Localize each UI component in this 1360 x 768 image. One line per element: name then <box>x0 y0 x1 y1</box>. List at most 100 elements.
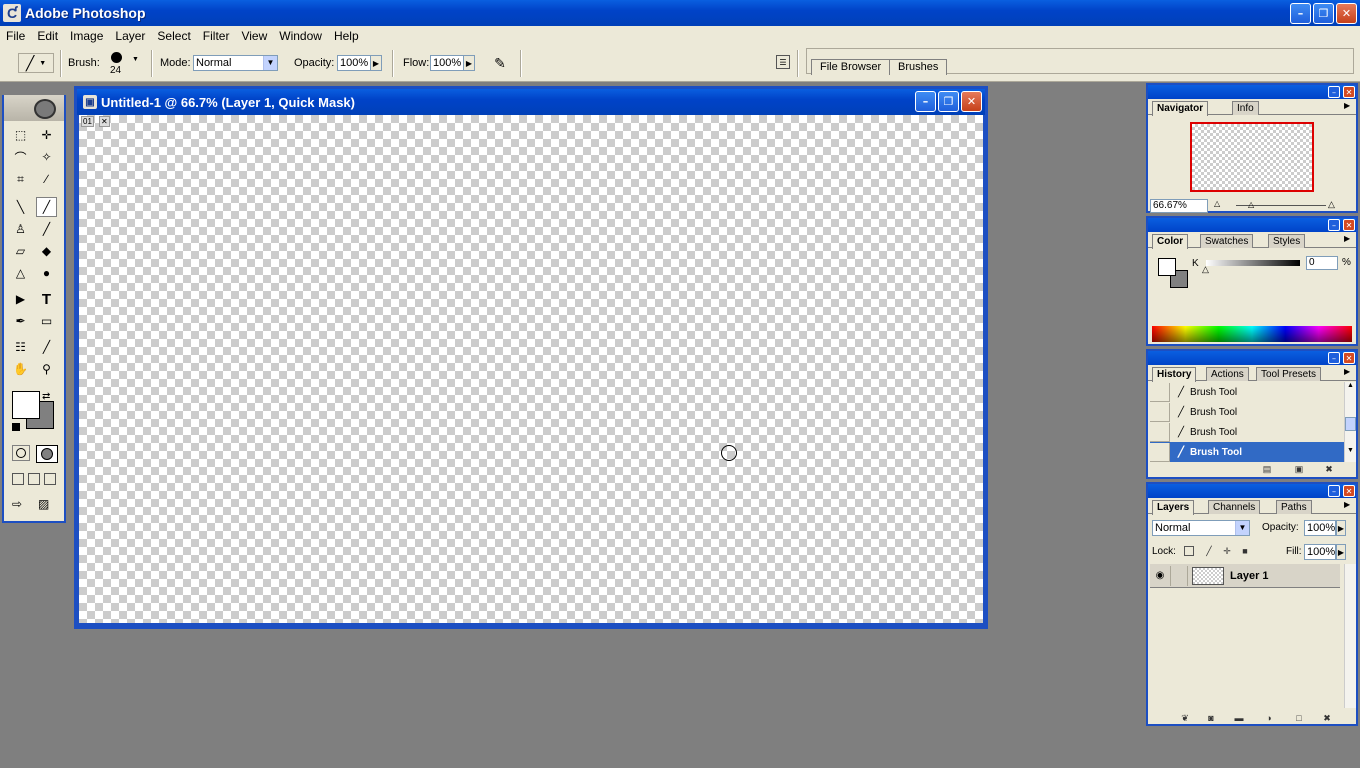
k-channel-slider[interactable] <box>1206 260 1300 266</box>
tab-navigator[interactable]: Navigator <box>1152 101 1209 116</box>
new-snapshot-icon[interactable]: ▣ <box>1292 463 1306 475</box>
tab-swatches[interactable]: Swatches <box>1200 234 1254 248</box>
eraser-tool-icon[interactable]: ▱ <box>10 241 31 261</box>
path-selection-tool-icon[interactable]: ▶ <box>10 289 31 309</box>
history-menu-icon[interactable]: ▶ <box>1344 367 1354 378</box>
history-item[interactable]: ╱ Brush Tool <box>1150 402 1346 422</box>
menu-help[interactable]: Help <box>328 29 365 43</box>
zoom-out-icon[interactable]: △ <box>1214 199 1220 208</box>
history-close-button[interactable]: ✕ <box>1343 352 1355 364</box>
blur-tool-icon[interactable]: △ <box>10 263 31 283</box>
flow-slider-button[interactable]: ▶ <box>463 55 475 71</box>
screen-mode-full-icon[interactable] <box>44 473 56 485</box>
history-item[interactable]: ╱ Brush Tool <box>1150 382 1346 402</box>
foreground-color-swatch[interactable] <box>12 391 40 419</box>
standard-mode-icon[interactable] <box>12 445 30 461</box>
layer-blend-mode-select[interactable]: Normal ▼ <box>1152 520 1250 536</box>
color-panel-title-bar[interactable] <box>1148 218 1356 232</box>
color-foreground-swatch[interactable] <box>1158 258 1176 276</box>
delete-layer-icon[interactable]: ✖ <box>1320 712 1334 724</box>
tab-history[interactable]: History <box>1152 367 1197 382</box>
toolbox-header[interactable] <box>4 95 64 121</box>
color-close-button[interactable]: ✕ <box>1343 219 1355 231</box>
minimize-button[interactable]: – <box>1290 3 1311 24</box>
new-document-from-state-icon[interactable]: ▤ <box>1260 463 1274 475</box>
layer-opacity-slider-button[interactable]: ▶ <box>1336 520 1346 536</box>
layer-row[interactable]: ◉ Layer 1 <box>1150 564 1340 588</box>
layers-scrollbar[interactable] <box>1344 564 1356 708</box>
layers-menu-icon[interactable]: ▶ <box>1344 500 1354 511</box>
menu-select[interactable]: Select <box>151 29 196 43</box>
new-layer-set-icon[interactable]: ▬ <box>1232 712 1246 724</box>
dodge-tool-icon[interactable]: ● <box>36 263 57 283</box>
navigator-menu-icon[interactable]: ▶ <box>1344 101 1354 112</box>
menu-filter[interactable]: Filter <box>197 29 236 43</box>
lock-image-icon[interactable]: ╱ <box>1202 545 1216 557</box>
canvas[interactable]: 01 ✕ <box>79 115 983 623</box>
history-item-selected[interactable]: ╱ Brush Tool <box>1150 442 1346 462</box>
app-title-bar[interactable]: Ƈ Adobe Photoshop – ❐ ✕ <box>0 0 1360 26</box>
quick-mask-mode-icon[interactable] <box>36 445 58 463</box>
clone-stamp-tool-icon[interactable]: ♙ <box>10 219 31 239</box>
menu-edit[interactable]: Edit <box>31 29 64 43</box>
navigator-preview[interactable] <box>1190 122 1314 192</box>
rectangle-tool-icon[interactable]: ▭ <box>36 311 57 331</box>
layer-mask-icon[interactable]: ◙ <box>1204 712 1218 724</box>
tab-styles[interactable]: Styles <box>1268 234 1306 248</box>
crop-tool-icon[interactable]: ⌗ <box>10 169 31 189</box>
color-minimize-button[interactable]: – <box>1328 219 1340 231</box>
restore-button[interactable]: ❐ <box>1313 3 1334 24</box>
tab-info[interactable]: Info <box>1232 101 1259 115</box>
zoom-tool-icon[interactable]: ⚲ <box>36 359 57 379</box>
palette-toggle-icon[interactable]: ☰ <box>776 55 790 69</box>
history-item[interactable]: ╱ Brush Tool <box>1150 422 1346 442</box>
jump-to-imageready-icon[interactable]: ⇨ <box>12 497 34 513</box>
document-maximize-button[interactable]: ❐ <box>938 91 959 112</box>
opacity-slider-button[interactable]: ▶ <box>370 55 382 71</box>
paint-bucket-tool-icon[interactable]: ◆ <box>36 241 57 261</box>
pen-tool-icon[interactable]: ✒ <box>10 311 31 331</box>
navigator-panel-title-bar[interactable] <box>1148 85 1356 99</box>
menu-file[interactable]: File <box>0 29 31 43</box>
new-layer-icon[interactable]: □ <box>1292 712 1306 724</box>
zoom-input[interactable]: 66.67% <box>1150 199 1208 213</box>
adjustment-layer-icon[interactable]: ◑ <box>1262 712 1276 724</box>
layer-link-slot[interactable] <box>1170 565 1188 586</box>
lock-transparency-icon[interactable] <box>1184 546 1194 556</box>
navigator-close-button[interactable]: ✕ <box>1343 86 1355 98</box>
menu-image[interactable]: Image <box>64 29 109 43</box>
layer-style-icon[interactable]: ❦ <box>1178 712 1192 724</box>
tab-layers[interactable]: Layers <box>1152 500 1195 515</box>
default-colors-icon[interactable] <box>12 423 20 431</box>
navigator-minimize-button[interactable]: – <box>1328 86 1340 98</box>
menu-layer[interactable]: Layer <box>109 29 151 43</box>
layers-close-button[interactable]: ✕ <box>1343 485 1355 497</box>
brush-size-picker[interactable]: 24 ▼ <box>108 50 140 78</box>
tab-file-browser[interactable]: File Browser <box>811 59 891 75</box>
tab-brushes[interactable]: Brushes <box>889 59 948 75</box>
close-button[interactable]: ✕ <box>1336 3 1357 24</box>
tab-paths[interactable]: Paths <box>1276 500 1312 514</box>
notes-tool-icon[interactable]: ☷ <box>10 337 31 357</box>
history-minimize-button[interactable]: – <box>1328 352 1340 364</box>
fill-slider-button[interactable]: ▶ <box>1336 544 1346 560</box>
history-brush-tool-icon[interactable]: ╱ <box>36 219 57 239</box>
layer-visibility-icon[interactable]: ◉ <box>1150 570 1170 581</box>
hand-tool-icon[interactable]: ✋ <box>10 359 31 379</box>
eyedropper-tool-icon[interactable]: ╱ <box>36 337 57 357</box>
tab-color[interactable]: Color <box>1152 234 1189 249</box>
k-value-input[interactable]: 0 <box>1306 256 1338 270</box>
flow-input[interactable]: 100% <box>430 55 464 71</box>
menu-view[interactable]: View <box>235 29 273 43</box>
fill-input[interactable]: 100% <box>1304 544 1336 560</box>
document-close-button[interactable]: ✕ <box>961 91 982 112</box>
trash-icon[interactable]: ✖ <box>1322 463 1336 475</box>
brush-tool-icon[interactable]: ╱ <box>36 197 57 217</box>
history-panel-title-bar[interactable] <box>1148 351 1356 365</box>
tab-channels[interactable]: Channels <box>1208 500 1261 514</box>
history-scrollbar[interactable]: ▲ ▼ <box>1344 382 1356 462</box>
marquee-tool-icon[interactable]: ⬚ <box>10 125 31 145</box>
mode-select[interactable]: Normal ▼ <box>193 55 278 71</box>
airbrush-icon[interactable]: ✎ <box>488 54 512 72</box>
layer-opacity-input[interactable]: 100% <box>1304 520 1336 536</box>
